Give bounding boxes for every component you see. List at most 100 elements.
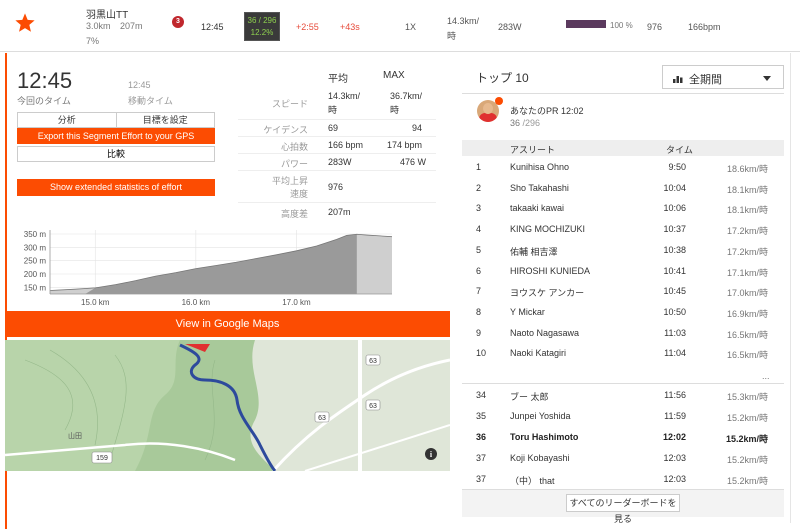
- col-time: タイム: [666, 145, 693, 155]
- stat-avg-hr: 166 bpm: [328, 140, 364, 150]
- speed-cell: 15.3km/時: [726, 392, 768, 402]
- table-row[interactable]: 1 Kunihisa Ohno 9:50 18.6km/時: [462, 158, 784, 179]
- town-label: 山田: [68, 431, 82, 440]
- athlete-name[interactable]: Toru Hashimoto: [510, 432, 578, 442]
- athlete-name[interactable]: ブー 太郎: [510, 390, 549, 403]
- speed-cell: 18.1km/時: [726, 205, 768, 216]
- table-row[interactable]: 4 KING MOCHIZUKI 10:37 17.2km/時: [462, 220, 784, 241]
- table-row[interactable]: 36 Toru Hashimoto 12:02 15.2km/時: [462, 428, 784, 449]
- time-cell: 12:02: [662, 432, 686, 442]
- table-row[interactable]: 6 HIROSHI KUNIEDA 10:41 17.1km/時: [462, 262, 784, 283]
- analyze-button[interactable]: 分析: [17, 112, 117, 128]
- athlete-name[interactable]: Kunihisa Ohno: [510, 162, 569, 172]
- effort-speed: 14.3km/時: [447, 16, 480, 41]
- stats-divider: [238, 136, 436, 137]
- route-number: 159: [96, 455, 108, 462]
- table-row[interactable]: 9 Naoto Nagasawa 11:03 16.5km/時: [462, 324, 784, 345]
- chevron-down-icon: [763, 76, 771, 81]
- extended-stats-button[interactable]: Show extended statistics of effort: [17, 179, 215, 196]
- rank-cell: 8: [476, 306, 482, 317]
- speed-cell: 15.2km/時: [725, 434, 768, 444]
- y-tick-label: 350 m: [24, 230, 47, 239]
- compare-button[interactable]: 比較: [17, 146, 215, 162]
- rank-box: 36 / 296 12.2%: [244, 12, 280, 41]
- rank-cell: 2: [476, 182, 482, 193]
- athlete-name[interactable]: ヨウスケ アンカー: [510, 286, 584, 299]
- rank-percent: 12.2%: [250, 28, 274, 37]
- pr-rank: 36 /296: [510, 118, 541, 128]
- table-row[interactable]: 3 takaaki kawai 10:06 18.1km/時: [462, 199, 784, 220]
- scrollbar[interactable]: [790, 53, 791, 523]
- table-row[interactable]: 37 Koji Kobayashi 12:03 15.2km/時: [462, 449, 784, 470]
- segment-map[interactable]: 63 63 63 159 山田 i: [5, 340, 450, 471]
- rank-cell: 1: [476, 162, 482, 172]
- time-cell: 11:59: [664, 411, 686, 421]
- effort-cadence: 976: [647, 22, 663, 32]
- athlete-name[interactable]: Naoki Katagiri: [510, 348, 566, 358]
- time-cell: 10:41: [663, 265, 686, 276]
- athlete-name[interactable]: （中） that: [510, 474, 555, 487]
- rank-cell: 36: [476, 432, 487, 442]
- stat-label-power: パワー: [280, 159, 308, 169]
- elapsed-label: 今回のタイム: [17, 96, 71, 106]
- athlete-name[interactable]: Koji Kobayashi: [510, 453, 570, 463]
- segment-distance: 3.0km: [86, 21, 111, 31]
- elevation-area-segment: [85, 234, 357, 294]
- export-gps-button[interactable]: Export this Segment Effort to your GPS: [17, 128, 215, 144]
- stat-label-elev-gain: 高度差: [280, 209, 308, 219]
- athlete-name[interactable]: Naoto Nagasawa: [510, 328, 579, 338]
- moving-label: 移動タイム: [128, 96, 173, 106]
- table-row[interactable]: 8 Y Mickar 10:50 16.9km/時: [462, 303, 784, 324]
- leaderboard-divider: [462, 383, 784, 384]
- set-goal-button[interactable]: 目標を設定: [116, 112, 215, 128]
- diff-kom: +43s: [340, 22, 360, 32]
- rank-cell: 9: [476, 327, 482, 338]
- athlete-name[interactable]: HIROSHI KUNIEDA: [510, 266, 590, 276]
- table-row[interactable]: 7 ヨウスケ アンカー 10:45 17.0km/時: [462, 282, 784, 303]
- segment-name[interactable]: 羽黒山TT: [86, 6, 128, 21]
- table-row[interactable]: 35 Junpei Yoshida 11:59 15.2km/時: [462, 407, 784, 428]
- table-row[interactable]: 5 佑輔 相吉澤 10:38 17.2km/時: [462, 241, 784, 262]
- athlete-name[interactable]: KING MOCHIZUKI: [510, 224, 585, 234]
- view-all-leaderboards-button[interactable]: すべてのリーダーボードを見る: [566, 494, 680, 524]
- time-cell: 11:03: [664, 327, 686, 338]
- stat-avg-power: 283W: [328, 157, 352, 167]
- time-cell: 10:06: [663, 203, 686, 214]
- rank-cell: 7: [476, 286, 482, 297]
- period-select[interactable]: 全期間: [662, 65, 784, 89]
- athlete-name[interactable]: takaaki kawai: [510, 203, 564, 213]
- athlete-name[interactable]: Junpei Yoshida: [510, 411, 571, 421]
- athlete-name[interactable]: Sho Takahashi: [510, 183, 569, 193]
- stat-max-speed: 36.7km/時: [390, 91, 423, 115]
- google-maps-button[interactable]: View in Google Maps: [5, 311, 450, 337]
- table-row[interactable]: 37 （中） that 12:03 15.2km/時: [462, 470, 784, 491]
- table-row[interactable]: 10 Naoki Katagiri 11:04 16.5km/時: [462, 344, 784, 365]
- route-number: 63: [318, 415, 326, 422]
- athlete-name[interactable]: Y Mickar: [510, 307, 545, 317]
- rank-fraction: 36 / 296: [247, 16, 277, 25]
- hr-percent-bar: [566, 20, 606, 28]
- table-row[interactable]: 2 Sho Takahashi 10:04 18.1km/時: [462, 179, 784, 200]
- speed-cell: 16.5km/時: [726, 329, 768, 340]
- leaderboard-title: トップ 10: [476, 71, 529, 85]
- stat-avg-speed: 14.3km/時: [328, 91, 361, 115]
- rank-cell: 4: [476, 224, 482, 235]
- athlete-name[interactable]: 佑輔 相吉澤: [510, 245, 558, 258]
- stat-max-hr: 174 bpm: [387, 140, 423, 150]
- star-icon[interactable]: [14, 12, 36, 34]
- stats-col-avg: 平均: [328, 74, 348, 85]
- stat-label-speed: スピード: [271, 99, 308, 109]
- speed-cell: 18.6km/時: [726, 164, 768, 174]
- moving-time: 12:45: [128, 80, 151, 90]
- speed-cell: 15.2km/時: [726, 455, 768, 465]
- y-tick-label: 250 m: [24, 257, 47, 266]
- x-tick-label: 17.0 km: [282, 298, 311, 307]
- period-select-value: 全期間: [689, 74, 722, 86]
- speed-cell: 16.5km/時: [726, 350, 768, 361]
- bar-chart-icon: [673, 76, 683, 83]
- heart-icon: [495, 97, 503, 105]
- table-row[interactable]: 34 ブー 太郎 11:56 15.3km/時: [462, 386, 784, 407]
- pr-label: あなたのPR 12:02: [510, 106, 584, 116]
- stats-divider: [238, 170, 436, 171]
- speed-cell: 17.2km/時: [726, 246, 768, 257]
